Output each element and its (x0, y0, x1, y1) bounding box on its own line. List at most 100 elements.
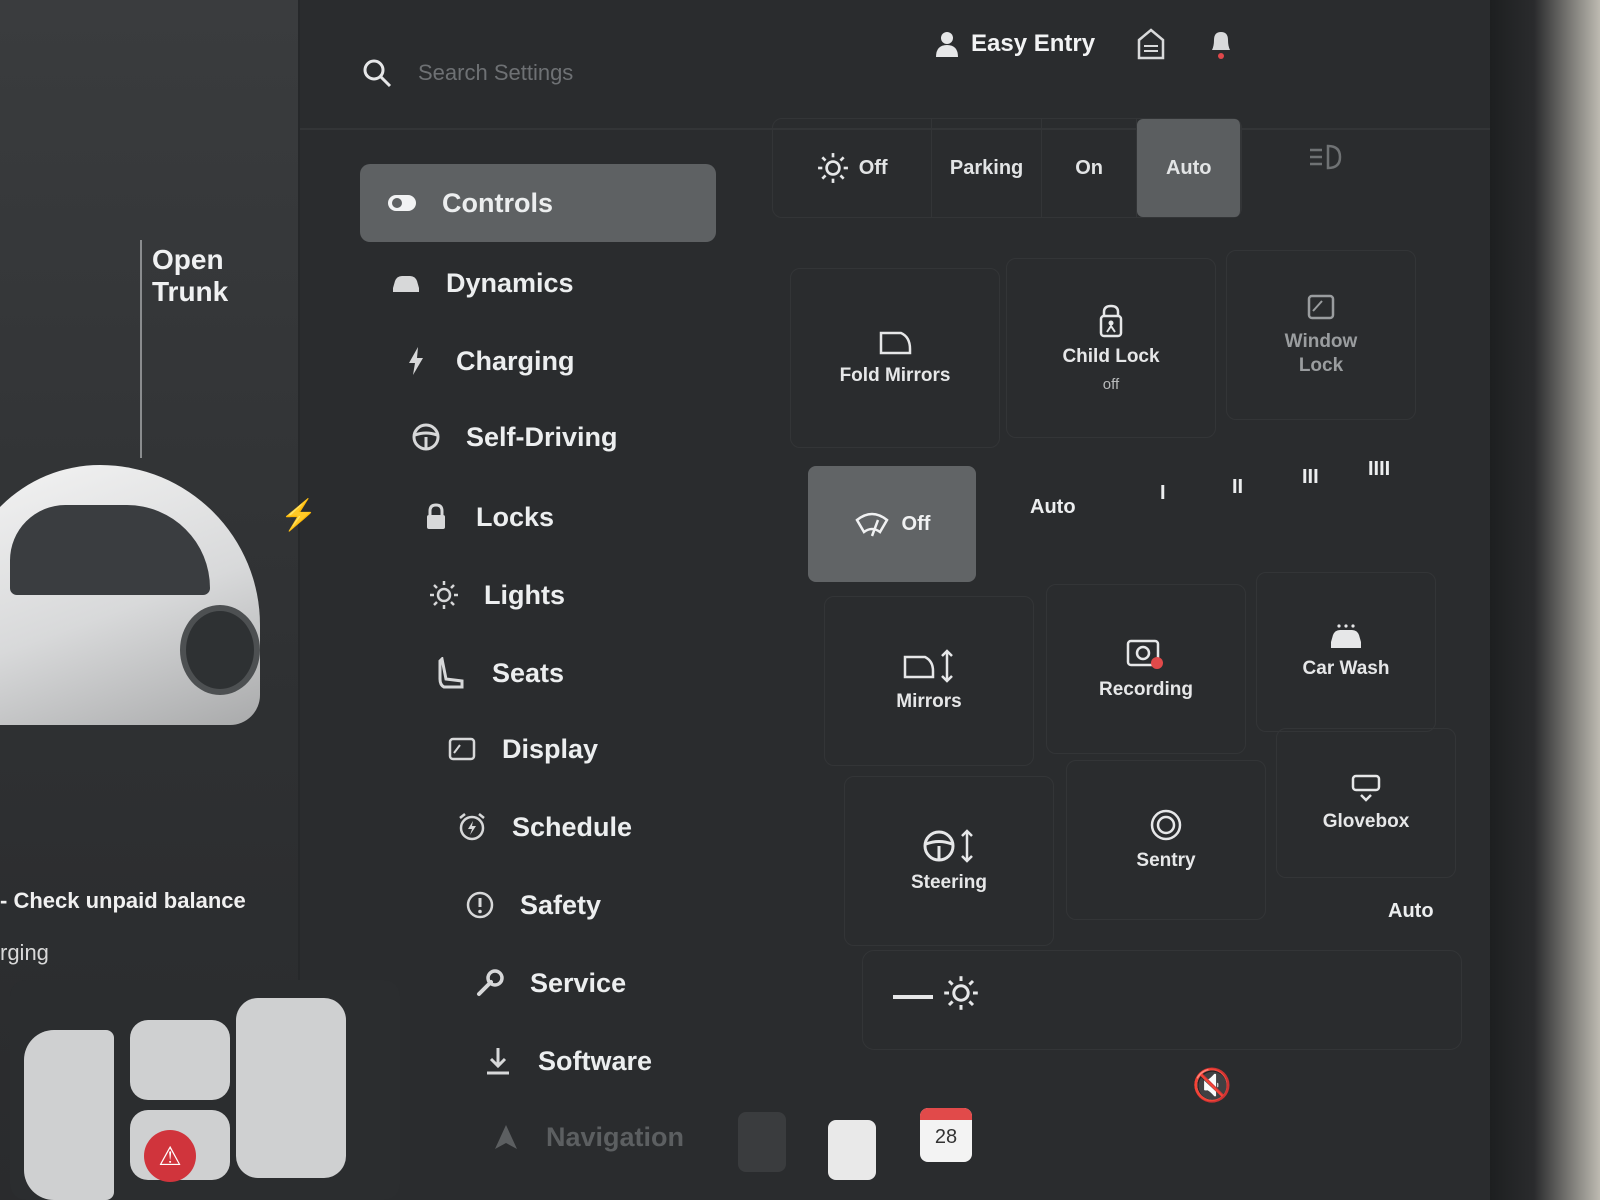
light-icon (428, 579, 460, 611)
wipers-speed-2-button[interactable]: II (1232, 476, 1243, 499)
calendar-day: 28 (934, 1126, 958, 1148)
car-wash-label: Car Wash (1302, 658, 1390, 679)
child-lock-status: off (1102, 375, 1120, 393)
car-icon (390, 267, 422, 299)
sentry-label: Sentry (1136, 850, 1196, 871)
calendar-app-icon[interactable]: 28 (920, 1108, 972, 1162)
sidebar-item-dynamics[interactable]: Dynamics (390, 244, 574, 322)
fold-mirrors-button[interactable]: Fold Mirrors (790, 268, 1000, 448)
sidebar-item-controls[interactable]: Controls (360, 164, 716, 242)
sidebar-item-seats[interactable]: Seats (436, 634, 564, 712)
headlights-on-button[interactable]: On (1042, 119, 1138, 217)
wiper-icon (854, 512, 889, 537)
sidebar-item-locks[interactable]: Locks (420, 478, 554, 556)
sidebar-item-label: Navigation (546, 1121, 685, 1152)
open-trunk-label-line2: Trunk (152, 276, 229, 307)
glovebox-icon (1351, 774, 1381, 802)
notification-bell-icon[interactable] (1206, 26, 1236, 62)
calendar-header-bar (920, 1108, 972, 1120)
glovebox-button[interactable]: Glovebox (1276, 728, 1456, 878)
sidebar-item-label: Service (530, 967, 627, 998)
display-brightness-slider[interactable] (862, 950, 1462, 1050)
wipers-speed-1-button[interactable]: I (1160, 482, 1166, 505)
seatbelt-warning-icon: ⚠ (144, 1130, 196, 1182)
mirror-icon (879, 331, 912, 355)
dashcam-recording-button[interactable]: Recording (1046, 584, 1246, 754)
sidebar-item-label: Display (502, 733, 599, 764)
headlights-auto-button[interactable]: Auto (1137, 119, 1241, 217)
alarm-clock-icon (456, 811, 488, 843)
headlights-auto-label: Auto (1165, 156, 1212, 179)
trunk-indicator-line (140, 240, 142, 458)
sidebar-item-service[interactable]: Service (474, 944, 626, 1022)
wipers-off-button[interactable]: Off (808, 466, 976, 582)
user-icon (936, 32, 958, 57)
toggle-icon (386, 187, 418, 219)
sidebar-item-safety[interactable]: Safety (464, 866, 601, 944)
wipers-auto-button[interactable]: Auto (1030, 496, 1076, 519)
fold-mirrors-label: Fold Mirrors (839, 365, 951, 386)
wipers-off-label: Off (901, 512, 931, 535)
child-lock-label: Child Lock (1062, 345, 1160, 367)
sidebar-item-label: Controls (442, 187, 553, 218)
search-input[interactable] (418, 56, 798, 90)
steering-adjust-button[interactable]: Steering (844, 776, 1054, 946)
wiper-selector: Off Auto I II III IIII (808, 458, 1428, 582)
seat-map (10, 980, 400, 1200)
sidebar-item-label: Charging (456, 345, 575, 376)
lock-icon (420, 501, 452, 533)
sidebar-item-navigation[interactable]: Navigation (490, 1098, 684, 1176)
child-lock-button[interactable]: Child Lock off (1006, 258, 1216, 438)
dock-app-toybox-icon[interactable] (738, 1112, 786, 1172)
wipers-speed-4-button[interactable]: IIII (1368, 458, 1390, 481)
light-icon (817, 153, 848, 183)
recording-label: Recording (1099, 679, 1193, 700)
driver-profile-button[interactable]: Easy Entry (935, 30, 1095, 58)
car-wheel-image (180, 605, 260, 695)
volume-mute-icon[interactable]: 🔇 (1192, 1066, 1232, 1104)
alert-icon (464, 889, 496, 921)
sidebar-item-label: Dynamics (446, 267, 574, 298)
front-seat-image (24, 1030, 114, 1200)
mirror-adjust-icon (903, 649, 953, 683)
unpaid-balance-notice[interactable]: - Check unpaid balance (0, 888, 246, 914)
open-trunk-button[interactable]: Open Trunk (152, 244, 228, 308)
sidebar-item-label: Schedule (512, 811, 633, 842)
mirrors-adjust-button[interactable]: Mirrors (824, 596, 1034, 766)
window-lock-button[interactable]: Window Lock (1226, 250, 1416, 420)
navigation-icon (490, 1121, 522, 1153)
sentry-icon (1150, 809, 1182, 841)
headlights-selector: Off Parking On Auto (772, 118, 1242, 218)
sidebar-item-lights[interactable]: Lights (428, 556, 565, 634)
homelink-garage-icon[interactable] (1136, 26, 1166, 62)
brightness-auto-button[interactable]: Auto (1388, 900, 1434, 923)
glovebox-label: Glovebox (1322, 811, 1410, 832)
recording-icon (1126, 639, 1163, 669)
sidebar-item-display[interactable]: Display (446, 710, 598, 788)
steering-wheel-icon (410, 421, 442, 453)
sidebar-item-schedule[interactable]: Schedule (456, 788, 632, 866)
car-wash-button[interactable]: Car Wash (1256, 572, 1436, 732)
car-wash-icon (1331, 624, 1361, 648)
bolt-icon (400, 345, 432, 377)
charging-status-text: rging (0, 940, 49, 965)
headlights-parking-label: Parking (949, 156, 1024, 179)
search-icon (363, 59, 392, 88)
sentry-mode-button[interactable]: Sentry (1066, 760, 1266, 920)
sidebar-item-label: Locks (476, 501, 555, 532)
sidebar-item-charging[interactable]: Charging (400, 322, 575, 400)
dock-app-notes-icon[interactable] (828, 1120, 876, 1180)
vehicle-panel: Open Trunk ⚡ - Check unpaid balance rgin… (0, 0, 400, 1200)
headlights-off-button[interactable]: Off (773, 119, 933, 217)
charge-port-bolt-icon[interactable]: ⚡ (280, 498, 317, 533)
seat-icon (436, 657, 468, 689)
slider-track-minus (893, 995, 933, 999)
wipers-speed-3-button[interactable]: III (1302, 466, 1319, 489)
headlights-parking-button[interactable]: Parking (932, 119, 1042, 217)
sidebar-item-label: Seats (492, 657, 565, 688)
sidebar-item-software[interactable]: Software (482, 1022, 652, 1100)
sidebar-item-self-driving[interactable]: Self-Driving (410, 398, 618, 476)
profile-name: Easy Entry (971, 30, 1096, 57)
brightness-sun-icon (944, 976, 978, 1010)
sidebar-item-label: Software (538, 1045, 653, 1076)
